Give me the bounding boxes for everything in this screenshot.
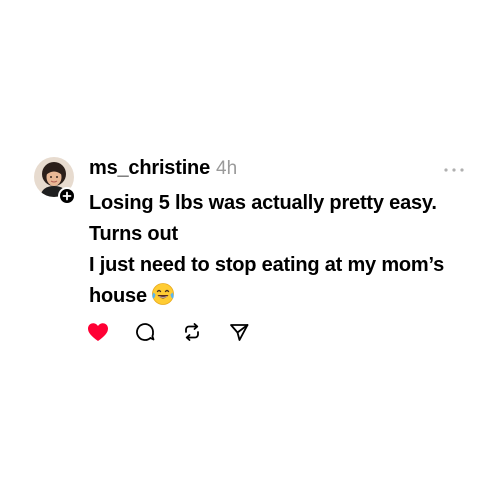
post-text: Losing 5 lbs was actually pretty easy. T… — [89, 188, 484, 312]
like-button[interactable] — [86, 320, 110, 344]
post-actions — [86, 320, 274, 344]
more-options-button[interactable] — [440, 160, 468, 180]
post-text-line: Losing 5 lbs was actually pretty easy. — [89, 192, 437, 214]
username[interactable]: ms_christine — [89, 157, 210, 180]
comment-button[interactable] — [133, 320, 157, 344]
post-text-line: Turns out — [89, 223, 178, 245]
repost-icon — [185, 323, 199, 341]
repost-button[interactable] — [180, 320, 204, 344]
avatar-container[interactable] — [34, 157, 76, 205]
post-text-line-content: house — [89, 285, 147, 307]
post-text-line-last: house — [89, 281, 484, 312]
share-button[interactable] — [227, 320, 251, 344]
thread-post: ms_christine 4h Losing 5 lbs was actuall… — [0, 0, 500, 500]
timestamp: 4h — [216, 158, 238, 179]
post-text-line: I just need to stop eating at my mom’s — [89, 254, 445, 276]
heart-icon — [88, 323, 108, 341]
plus-icon — [62, 191, 72, 201]
post-header: ms_christine 4h — [89, 157, 237, 183]
send-icon — [230, 324, 249, 341]
face-with-tears-of-joy-emoji — [152, 283, 174, 305]
more-icon — [444, 168, 464, 172]
comment-bubble-icon — [136, 323, 155, 341]
follow-badge[interactable] — [58, 187, 76, 205]
